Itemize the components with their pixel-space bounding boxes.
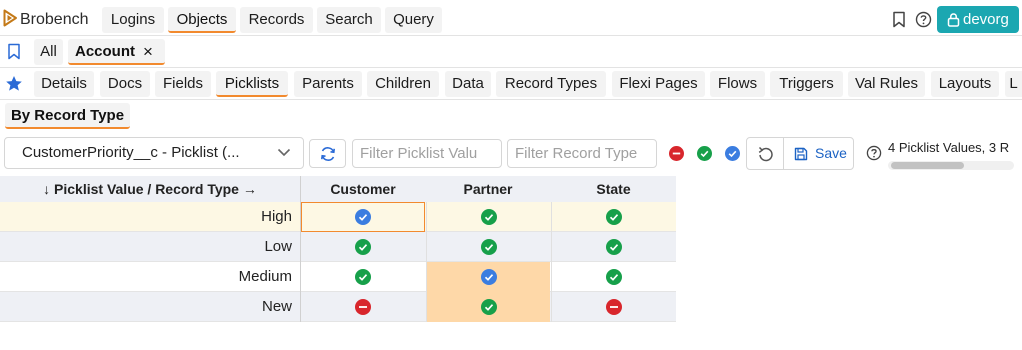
legend-inactive-icon[interactable] xyxy=(669,146,684,161)
close-icon[interactable]: × xyxy=(143,39,153,65)
filter-picklist-input[interactable]: Filter Picklist Valu xyxy=(352,139,502,168)
floppy-disk-icon xyxy=(794,147,808,161)
bookmark-icon[interactable] xyxy=(892,11,906,28)
save-button[interactable]: Save xyxy=(783,137,854,170)
status-cell-partner[interactable] xyxy=(426,262,550,292)
object-tab-label: Account xyxy=(75,43,135,60)
column-header-state: State xyxy=(551,176,676,202)
sub-tab-parents[interactable]: Parents xyxy=(294,71,362,97)
picklist-select-value: CustomerPriority__c - Picklist (... xyxy=(22,144,240,161)
summary-scrollbar-thumb[interactable] xyxy=(891,162,964,169)
legend-active-icon[interactable] xyxy=(697,146,712,161)
minus-circle-icon xyxy=(355,299,371,315)
sub-tab-triggers[interactable]: Triggers xyxy=(770,71,843,97)
check-circle-icon xyxy=(480,269,497,285)
picklist-value-label: Medium xyxy=(238,268,292,285)
divider xyxy=(0,35,1022,36)
sub-tab-overflow[interactable]: L xyxy=(1005,71,1022,97)
check-circle-icon xyxy=(606,239,622,255)
object-tab-all[interactable]: All xyxy=(34,39,63,65)
sub-tab-flexi-pages[interactable]: Flexi Pages xyxy=(612,71,705,97)
lock-icon xyxy=(947,13,960,27)
legend-default-icon[interactable] xyxy=(725,146,740,161)
status-cell-state[interactable] xyxy=(551,262,676,292)
status-cell-customer[interactable] xyxy=(301,232,425,262)
org-name: devorg xyxy=(963,11,1009,28)
sub-tab-fields[interactable]: Fields xyxy=(155,71,211,97)
org-button[interactable]: devorg xyxy=(937,6,1019,33)
table-row: Medium xyxy=(0,262,676,292)
check-circle-icon xyxy=(355,209,371,225)
nav-tab-objects[interactable]: Objects xyxy=(168,7,236,33)
summary-text: 4 Picklist Values, 3 R xyxy=(888,140,1010,155)
corner-header: ↓ Picklist Value / Record Type → xyxy=(0,176,300,202)
check-circle-icon xyxy=(606,209,622,225)
refresh-icon xyxy=(321,147,335,161)
refresh-button[interactable] xyxy=(309,139,346,168)
check-circle-icon xyxy=(480,209,497,225)
undo-button[interactable] xyxy=(746,137,784,170)
picklist-value-label: New xyxy=(261,298,292,315)
sub-tab-picklists[interactable]: Picklists xyxy=(216,71,288,97)
status-cell-customer[interactable] xyxy=(301,262,425,292)
status-cell-partner[interactable] xyxy=(426,232,550,262)
save-label: Save xyxy=(815,145,847,161)
check-circle-icon xyxy=(480,239,497,255)
sub-tab-val-rules[interactable]: Val Rules xyxy=(848,71,925,97)
nav-tab-logins[interactable]: Logins xyxy=(102,7,164,33)
status-cell-partner[interactable] xyxy=(426,202,550,232)
column-header-customer: Customer xyxy=(301,176,425,202)
brobench-logo-icon xyxy=(3,9,17,27)
sub-tab-details[interactable]: Details xyxy=(34,71,94,97)
status-cell-state[interactable] xyxy=(551,292,676,322)
nav-tab-query[interactable]: Query xyxy=(385,7,442,33)
sub-tab-record-types[interactable]: Record Types xyxy=(496,71,606,97)
chevron-down-icon xyxy=(277,148,291,157)
table-row: New xyxy=(0,292,676,322)
status-cell-state[interactable] xyxy=(551,232,676,262)
nav-tab-records[interactable]: Records xyxy=(240,7,313,33)
table-row: Low xyxy=(0,232,676,262)
star-icon[interactable] xyxy=(5,75,23,92)
object-tab-account[interactable]: Account × xyxy=(68,39,165,65)
table-header-row: ↓ Picklist Value / Record Type → Custome… xyxy=(0,176,676,202)
picklist-select[interactable]: CustomerPriority__c - Picklist (... xyxy=(4,137,304,169)
sub-tab-flows[interactable]: Flows xyxy=(710,71,765,97)
view-tab-by-record-type[interactable]: By Record Type xyxy=(5,103,130,129)
status-cell-partner[interactable] xyxy=(426,292,550,322)
status-cell-customer[interactable] xyxy=(301,202,425,232)
sub-tab-layouts[interactable]: Layouts xyxy=(931,71,999,97)
minus-circle-icon xyxy=(606,299,622,315)
check-circle-icon xyxy=(355,239,371,255)
undo-icon xyxy=(758,146,773,162)
table-row: High xyxy=(0,202,676,232)
sub-tab-children[interactable]: Children xyxy=(367,71,439,97)
help-icon[interactable] xyxy=(915,11,932,28)
bookmark-outline-icon[interactable] xyxy=(7,43,21,60)
check-circle-icon xyxy=(355,269,371,285)
sub-tab-docs[interactable]: Docs xyxy=(100,71,150,97)
status-cell-state[interactable] xyxy=(551,202,676,232)
column-divider xyxy=(300,176,301,322)
check-circle-icon xyxy=(480,299,497,315)
check-circle-icon xyxy=(606,269,622,285)
brand-name: Brobench xyxy=(20,11,89,28)
filter-record-type-input[interactable]: Filter Record Type xyxy=(507,139,657,168)
divider xyxy=(0,67,1022,68)
divider xyxy=(0,99,1022,100)
help-icon[interactable] xyxy=(866,145,882,161)
sub-tab-data[interactable]: Data xyxy=(445,71,491,97)
status-cell-customer[interactable] xyxy=(301,292,425,322)
nav-tab-search[interactable]: Search xyxy=(317,7,381,33)
picklist-value-label: High xyxy=(261,208,292,225)
column-header-partner: Partner xyxy=(426,176,550,202)
picklist-value-label: Low xyxy=(264,238,292,255)
